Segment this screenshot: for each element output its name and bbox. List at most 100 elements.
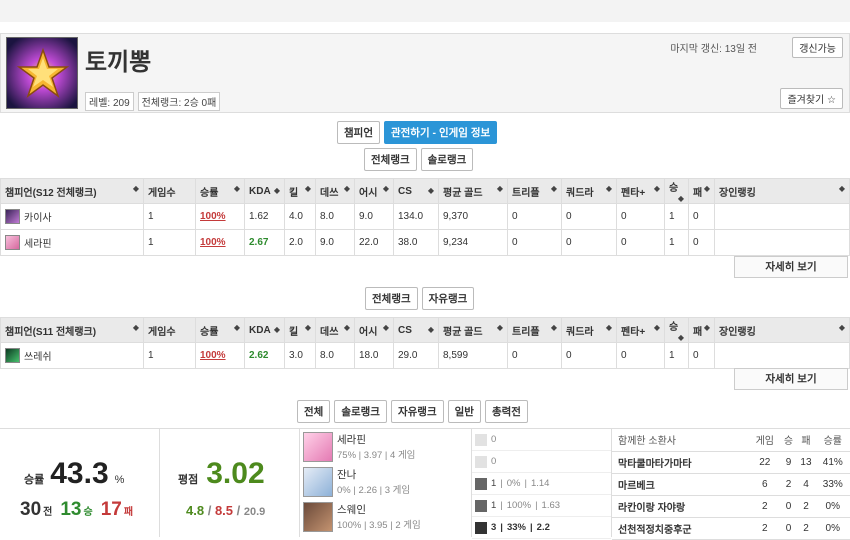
quadra-cell: 0: [561, 203, 617, 230]
match-tab-aram[interactable]: 총력전: [484, 400, 528, 423]
s11-tab-flex-rank[interactable]: 자유랭크: [421, 287, 475, 310]
penta-cell: 0: [616, 229, 665, 256]
penta-cell: 0: [616, 203, 665, 230]
col-header[interactable]: CS ◆: [393, 178, 439, 204]
losses-unit: 패: [123, 507, 134, 518]
wins-unit: 승: [83, 507, 93, 518]
col-header[interactable]: 데쓰 ◆: [315, 178, 355, 204]
recent-champ-row[interactable]: 잔나 0% | 2.26 | 3 게임: [300, 464, 471, 499]
champ-winrate: 100%: [337, 520, 362, 531]
mastery-rank-cell: [714, 229, 850, 256]
lane-row: 1 | 0% | 1.14: [472, 473, 611, 495]
table-row[interactable]: 막타쿨마타가마타 22 9 13 41%: [612, 451, 850, 474]
champ-games: 3 게임: [384, 485, 411, 496]
mastery-rank-cell: [714, 342, 850, 369]
col-header[interactable]: 평균 골드 ◆: [438, 178, 508, 204]
col-header[interactable]: 게임수: [143, 317, 196, 343]
col-header[interactable]: 트리플 ◆: [507, 317, 562, 343]
s12-more-button[interactable]: 자세히 보기: [734, 256, 848, 278]
friend-name[interactable]: 마르베크: [612, 473, 749, 496]
s11-tab-all-rank[interactable]: 전체랭크: [365, 287, 418, 310]
col-header[interactable]: 킬 ◆: [284, 317, 316, 343]
kill-cell: 3.0: [284, 342, 316, 369]
col-header[interactable]: 챔피언(S11 전체랭크) ◆: [0, 317, 144, 343]
col-header[interactable]: 펜타+ ◆: [616, 178, 665, 204]
col-header: 승: [780, 429, 797, 452]
recent-champions-panel: 세라핀 75% | 3.97 | 4 게임 잔나 0% | 2.26 | 3 게…: [300, 429, 472, 537]
col-header[interactable]: 승 ◆: [664, 317, 689, 343]
avg-kill: 4.8: [186, 503, 205, 518]
table-row[interactable]: 카이사 1 100% 1.62 4.0 8.0 9.0 134.0 9,370 …: [0, 203, 850, 230]
col-header[interactable]: 패 ◆: [688, 178, 715, 204]
tab-champion[interactable]: 챔피언: [337, 121, 380, 144]
games-cell: 1: [143, 203, 196, 230]
col-header[interactable]: 쿼드라 ◆: [561, 317, 617, 343]
col-header[interactable]: 트리플 ◆: [507, 178, 562, 204]
col-header[interactable]: 장인랭킹 ◆: [714, 178, 850, 204]
col-header[interactable]: 게임수: [143, 178, 196, 204]
col-header[interactable]: 승률 ◆: [195, 317, 245, 343]
col-header[interactable]: 쿼드라 ◆: [561, 178, 617, 204]
col-header[interactable]: 승률 ◆: [195, 178, 245, 204]
death-cell: 9.0: [315, 229, 355, 256]
winrate-link[interactable]: 100%: [200, 211, 226, 222]
winrate-link[interactable]: 100%: [200, 350, 226, 361]
friend-wins: 0: [780, 495, 797, 518]
table-row[interactable]: 라칸이랑 자야랑 2 0 2 0%: [612, 495, 850, 518]
lane-row: 0: [472, 451, 611, 473]
table-row[interactable]: 마르베크 6 2 4 33%: [612, 473, 850, 496]
col-header[interactable]: 펜타+ ◆: [616, 317, 665, 343]
col-header[interactable]: 어시 ◆: [354, 178, 394, 204]
s12-tab-solo-rank[interactable]: 솔로랭크: [420, 148, 474, 171]
lane-winrate: 33%: [506, 522, 526, 533]
col-header[interactable]: KDA ◆: [244, 317, 285, 343]
champ-name: 세라핀: [337, 434, 366, 446]
level-badge: 레벨: 209: [85, 92, 134, 111]
kaisa-icon: [5, 209, 20, 224]
champ-kda: 2.26: [358, 485, 377, 496]
recent-champ-row[interactable]: 스웨인 100% | 3.95 | 2 게임: [300, 499, 471, 534]
s11-more-button[interactable]: 자세히 보기: [734, 368, 848, 390]
col-header[interactable]: 승 ◆: [664, 178, 689, 204]
refresh-button[interactable]: 갱신가능: [792, 37, 843, 58]
match-tab-normal[interactable]: 일반: [447, 400, 481, 423]
champ-name: 잔나: [337, 469, 357, 481]
recent-champ-row[interactable]: 세라핀 75% | 3.97 | 4 게임: [300, 429, 471, 464]
friend-losses: 4: [796, 473, 816, 496]
triple-cell: 0: [507, 203, 562, 230]
table-row[interactable]: 세라핀 1 100% 2.67 2.0 9.0 22.0 38.0 9,234 …: [0, 229, 850, 256]
col-header[interactable]: 패 ◆: [688, 317, 715, 343]
avg-assist: 20.9: [243, 506, 266, 518]
loss-cell: 0: [688, 342, 715, 369]
games-cell: 1: [143, 229, 196, 256]
friend-wins: 9: [780, 451, 797, 474]
match-tab-all[interactable]: 전체: [297, 400, 331, 423]
match-tab-flex[interactable]: 자유랭크: [390, 400, 444, 423]
champ-games: 4 게임: [390, 450, 416, 461]
match-tab-solo[interactable]: 솔로랭크: [334, 400, 387, 423]
friend-name[interactable]: 라칸이랑 자야랑: [612, 495, 749, 518]
champ-kda: 3.97: [363, 450, 383, 461]
friend-games: 6: [748, 473, 781, 496]
winrate-link[interactable]: 100%: [200, 237, 226, 248]
col-header[interactable]: KDA ◆: [244, 178, 285, 204]
lane-winrate: 0%: [506, 478, 521, 489]
col-header[interactable]: 평균 골드 ◆: [438, 317, 508, 343]
col-header[interactable]: 장인랭킹 ◆: [714, 317, 850, 343]
col-header[interactable]: CS ◆: [393, 317, 439, 343]
lane-kda: 1.14: [530, 478, 550, 489]
col-header[interactable]: 어시 ◆: [354, 317, 394, 343]
lane-games: 0: [491, 434, 497, 445]
lane-games: 0: [491, 456, 497, 467]
favorite-button[interactable]: 즐겨찾기 ☆: [780, 88, 843, 109]
col-header[interactable]: 킬 ◆: [284, 178, 316, 204]
games-cell: 1: [143, 342, 196, 369]
profile-header: 토끼뽕 레벨: 209 전체랭크: 2승 0패 마지막 갱신: 13일 전 갱신…: [0, 33, 850, 113]
tab-spectate[interactable]: 관전하기 - 인게임 정보: [383, 121, 498, 144]
friend-name[interactable]: 막타쿨마타가마타: [612, 451, 749, 474]
s12-tab-all-rank[interactable]: 전체랭크: [364, 148, 417, 171]
match-summary: 승률 43.3 % 30 전 13 승 17 패 평점 3.02 4.8 / 8…: [0, 428, 850, 540]
table-row[interactable]: 쓰레쉬 1 100% 2.62 3.0 8.0 18.0 29.0 8,599 …: [0, 342, 850, 369]
col-header[interactable]: 데쓰 ◆: [315, 317, 355, 343]
col-header[interactable]: 챔피언(S12 전체랭크) ◆: [0, 178, 144, 204]
